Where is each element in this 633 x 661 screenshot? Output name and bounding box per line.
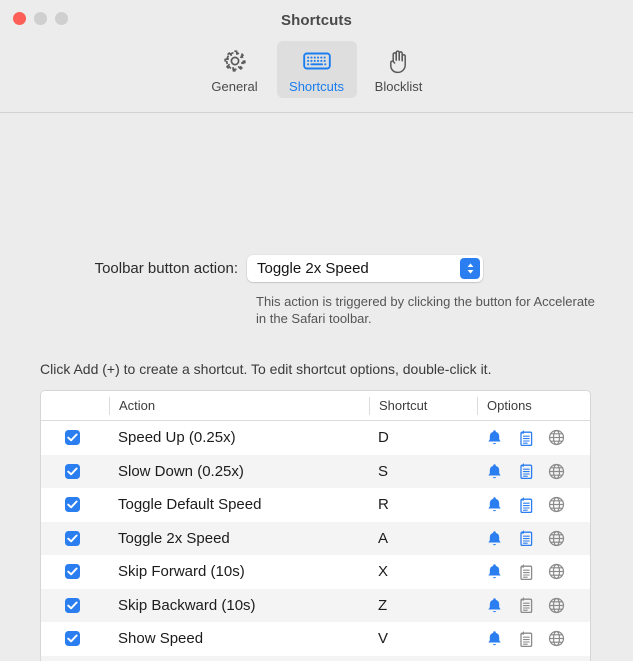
chevron-up-down-icon [460, 258, 480, 279]
shortcuts-table: Action Shortcut Options Speed Up (0.25x)… [40, 390, 591, 661]
script-icon[interactable] [516, 462, 535, 481]
table-row[interactable]: Speed Up (0.25x) D [41, 421, 590, 455]
script-icon[interactable] [516, 629, 535, 648]
globe-icon[interactable] [547, 562, 566, 581]
tab-blocklist[interactable]: Blocklist [359, 41, 439, 98]
script-icon[interactable] [516, 596, 535, 615]
row-shortcut-key: V [378, 630, 389, 648]
script-icon[interactable] [516, 428, 535, 447]
checkbox-checked-icon [65, 497, 80, 513]
row-shortcut-key: P [369, 656, 477, 661]
row-options [477, 555, 590, 589]
row-action-label: Show Speed [118, 630, 204, 648]
bell-icon[interactable] [485, 562, 504, 581]
checkbox-checked-icon [65, 564, 80, 580]
row-shortcut-key: A [378, 529, 389, 547]
tab-shortcuts[interactable]: Shortcuts [276, 41, 357, 98]
row-enabled-checkbox[interactable] [41, 589, 109, 623]
bell-icon[interactable] [485, 462, 504, 481]
tab-general-label: General [211, 79, 258, 94]
hand-icon [387, 46, 411, 76]
globe-icon[interactable] [547, 495, 566, 514]
row-shortcut-key: X [378, 563, 389, 581]
checkbox-checked-icon [65, 463, 80, 479]
row-options [477, 656, 590, 661]
row-enabled-checkbox[interactable] [41, 488, 109, 522]
row-shortcut-key: Z [378, 596, 388, 614]
globe-icon[interactable] [547, 596, 566, 615]
row-enabled-checkbox[interactable] [41, 455, 109, 489]
bell-icon[interactable] [485, 596, 504, 615]
checkbox-checked-icon [65, 530, 80, 546]
globe-icon[interactable] [547, 428, 566, 447]
table-body: Speed Up (0.25x) D Slow Down (0.25x) S Toggl… [41, 421, 590, 661]
table-header-row: Action Shortcut Options [41, 391, 590, 421]
checkbox-checked-icon [65, 597, 80, 613]
globe-icon[interactable] [547, 462, 566, 481]
titlebar: Shortcuts General Shortcuts Blocklist [0, 0, 633, 113]
row-options [477, 589, 590, 623]
row-action-label: Toggle 2x Speed [118, 529, 230, 547]
tab-shortcuts-label: Shortcuts [289, 79, 344, 94]
row-enabled-checkbox[interactable] [41, 622, 109, 656]
row-enabled-checkbox[interactable] [41, 421, 109, 455]
globe-icon[interactable] [547, 529, 566, 548]
row-enabled-checkbox[interactable] [41, 522, 109, 556]
row-options [477, 522, 590, 556]
column-header-action[interactable]: Action [109, 396, 369, 415]
globe-icon[interactable] [547, 629, 566, 648]
bell-icon[interactable] [485, 495, 504, 514]
toolbar-action-dropdown[interactable]: Toggle 2x Speed [247, 255, 483, 282]
table-row[interactable]: Skip Backward (10s) Z [41, 588, 590, 623]
toolbar-action-help-text: This action is triggered by clicking the… [256, 294, 595, 326]
row-options [477, 622, 590, 656]
row-enabled-checkbox[interactable] [41, 656, 109, 661]
table-instructions: Click Add (+) to create a shortcut. To e… [40, 361, 492, 377]
row-options [477, 455, 590, 489]
table-row[interactable]: Toggle 2x Speed A [41, 521, 590, 556]
row-shortcut-key: R [378, 496, 389, 514]
row-shortcut-key: S [378, 462, 389, 480]
script-icon[interactable] [516, 495, 535, 514]
script-icon[interactable] [516, 562, 535, 581]
tab-general[interactable]: General [195, 41, 275, 98]
toolbar-action-row: Toolbar button action: Toggle 2x Speed [0, 255, 633, 282]
column-header-options[interactable]: Options [477, 396, 590, 415]
toolbar-tabs: General Shortcuts Blocklist [0, 41, 633, 98]
table-row[interactable]: Enter Picture in PictureP [41, 655, 590, 661]
shortcuts-preferences-window: Shortcuts General Shortcuts Blocklist To… [0, 0, 633, 661]
row-action-label: Toggle Default Speed [118, 496, 262, 514]
row-options [477, 488, 590, 522]
table-row[interactable]: Toggle Default Speed R [41, 488, 590, 522]
tab-blocklist-label: Blocklist [374, 79, 423, 94]
checkbox-checked-icon [65, 430, 80, 446]
bell-icon[interactable] [485, 428, 504, 447]
row-shortcut-key: D [378, 429, 389, 447]
row-action-label: Skip Backward (10s) [118, 596, 256, 614]
window-title: Shortcuts [281, 12, 352, 29]
toolbar-action-value: Toggle 2x Speed [257, 260, 369, 277]
column-header-shortcut[interactable]: Shortcut [369, 396, 477, 415]
row-action-label: Skip Forward (10s) [118, 563, 245, 581]
row-enabled-checkbox[interactable] [41, 555, 109, 589]
table-row[interactable]: Skip Forward (10s) X [41, 555, 590, 589]
row-action-label: Speed Up (0.25x) [118, 429, 236, 447]
bell-icon[interactable] [485, 629, 504, 648]
table-row[interactable]: Show Speed V [41, 622, 590, 656]
checkbox-checked-icon [65, 631, 80, 647]
column-header-enabled[interactable] [41, 397, 109, 415]
script-icon[interactable] [516, 529, 535, 548]
keyboard-icon [302, 46, 331, 76]
row-options [477, 421, 590, 455]
toolbar-action-label: Toolbar button action: [94, 260, 238, 277]
table-row[interactable]: Slow Down (0.25x) S [41, 454, 590, 489]
bell-icon[interactable] [485, 529, 504, 548]
row-action-label: Slow Down (0.25x) [118, 462, 244, 480]
row-action-label: Enter Picture in Picture [109, 656, 369, 661]
gear-icon [222, 46, 248, 76]
